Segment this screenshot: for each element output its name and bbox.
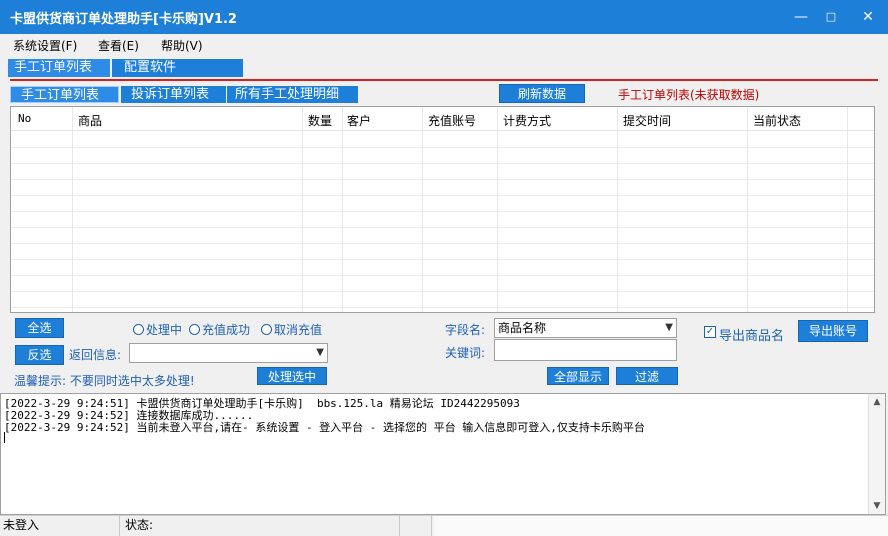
- scroll-up-icon[interactable]: ▲: [869, 394, 885, 410]
- column-divider: [847, 107, 848, 312]
- field-name-select[interactable]: 商品名称 ▼: [494, 318, 677, 338]
- field-name-value: 商品名称: [498, 321, 547, 335]
- status-cell: [402, 516, 432, 536]
- radio-success-label: 充值成功: [202, 323, 251, 337]
- row-divider: [11, 147, 874, 148]
- tip-text: 温馨提示: 不要同时选中太多处理!: [14, 374, 195, 388]
- col-submit-time[interactable]: 提交时间: [623, 112, 671, 129]
- column-divider: [72, 107, 73, 312]
- keyword-input[interactable]: [494, 339, 677, 361]
- menu-help[interactable]: 帮助(V): [161, 37, 203, 54]
- status-bar: 未登入 状态:: [0, 515, 888, 536]
- col-account[interactable]: 充值账号: [428, 112, 476, 129]
- radio-cancel-label: 取消充值: [274, 323, 323, 337]
- row-divider: [11, 259, 874, 260]
- column-divider: [497, 107, 498, 312]
- row-divider: [11, 291, 874, 292]
- radio-circle-icon: [189, 324, 200, 335]
- window-title: 卡盟供货商订单处理助手[卡乐购]V1.2: [10, 12, 237, 27]
- radio-circle-icon: [133, 324, 144, 335]
- orders-table[interactable]: No 商品 数量 客户 充值账号 计费方式 提交时间 当前状态: [10, 106, 875, 313]
- table-header: No 商品 数量 客户 充值账号 计费方式 提交时间 当前状态: [11, 107, 874, 131]
- return-info-select[interactable]: ▼: [129, 343, 328, 363]
- export-product-name-label: 导出商品名: [719, 329, 785, 344]
- log-scrollbar[interactable]: ▲ ▼: [868, 394, 885, 514]
- menu-system-settings[interactable]: 系统设置(F): [13, 37, 77, 54]
- radio-cancel[interactable]: 取消充值: [261, 321, 322, 338]
- col-quantity[interactable]: 数量: [308, 112, 332, 129]
- row-divider: [11, 307, 874, 308]
- subtab-complaint-orders[interactable]: 投诉订单列表: [121, 86, 226, 103]
- process-selected-button[interactable]: 处理选中: [257, 367, 327, 385]
- show-all-button[interactable]: 全部显示: [547, 367, 609, 385]
- list-status-text: 手工订单列表(未获取数据): [618, 88, 760, 102]
- row-divider: [11, 163, 874, 164]
- state-label: 状态:: [122, 516, 400, 536]
- col-no[interactable]: No: [18, 112, 31, 125]
- export-account-button[interactable]: 导出账号: [798, 320, 868, 342]
- tab-divider: [10, 79, 878, 81]
- tab-configure[interactable]: 配置软件: [112, 59, 243, 77]
- radio-processing[interactable]: 处理中: [133, 321, 182, 338]
- menu-view[interactable]: 查看(E): [98, 37, 139, 54]
- subtab-all-manual-details[interactable]: 所有手工处理明细: [227, 86, 358, 103]
- col-product[interactable]: 商品: [78, 112, 102, 129]
- col-billing[interactable]: 计费方式: [503, 112, 551, 129]
- invert-select-button[interactable]: 反选: [15, 345, 64, 365]
- refresh-data-button[interactable]: 刷新数据: [499, 84, 585, 103]
- log-output[interactable]: [2022-3-29 9:24:51] 卡盟供货商订单处理助手[卡乐购] bbs…: [0, 393, 886, 515]
- export-product-name-checkbox[interactable]: ✓: [704, 326, 716, 338]
- radio-success[interactable]: 充值成功: [189, 321, 250, 338]
- log-line: [2022-3-29 9:24:52] 当前未登入平台,请在- 系统设置 - 登…: [4, 421, 645, 434]
- return-info-label: 返回信息:: [69, 348, 122, 362]
- row-divider: [11, 227, 874, 228]
- status-cell: [434, 516, 888, 536]
- select-all-button[interactable]: 全选: [15, 318, 64, 338]
- column-divider: [747, 107, 748, 312]
- scroll-down-icon[interactable]: ▼: [869, 498, 885, 514]
- column-divider: [422, 107, 423, 312]
- chevron-down-icon: ▼: [316, 347, 324, 358]
- login-status: 未登入: [0, 516, 120, 536]
- row-divider: [11, 179, 874, 180]
- column-divider: [342, 107, 343, 312]
- field-name-label: 字段名:: [445, 323, 486, 337]
- radio-processing-label: 处理中: [146, 323, 183, 337]
- close-button[interactable]: ✕: [857, 6, 879, 28]
- tab-manual-orders[interactable]: 手工订单列表: [8, 59, 110, 77]
- maximize-button[interactable]: □: [820, 6, 842, 28]
- col-customer[interactable]: 客户: [347, 112, 371, 129]
- radio-circle-icon: [261, 324, 272, 335]
- filter-button[interactable]: 过滤: [616, 367, 678, 385]
- check-icon: ✓: [705, 326, 715, 337]
- chevron-down-icon: ▼: [665, 322, 673, 333]
- column-divider: [617, 107, 618, 312]
- col-status[interactable]: 当前状态: [753, 112, 801, 129]
- row-divider: [11, 275, 874, 276]
- column-divider: [302, 107, 303, 312]
- row-divider: [11, 243, 874, 244]
- row-divider: [11, 211, 874, 212]
- subtab-manual-orders[interactable]: 手工订单列表: [10, 86, 119, 103]
- text-caret: [4, 432, 5, 443]
- keyword-label: 关键词:: [445, 346, 486, 360]
- minimize-button[interactable]: —: [790, 6, 812, 28]
- row-divider: [11, 195, 874, 196]
